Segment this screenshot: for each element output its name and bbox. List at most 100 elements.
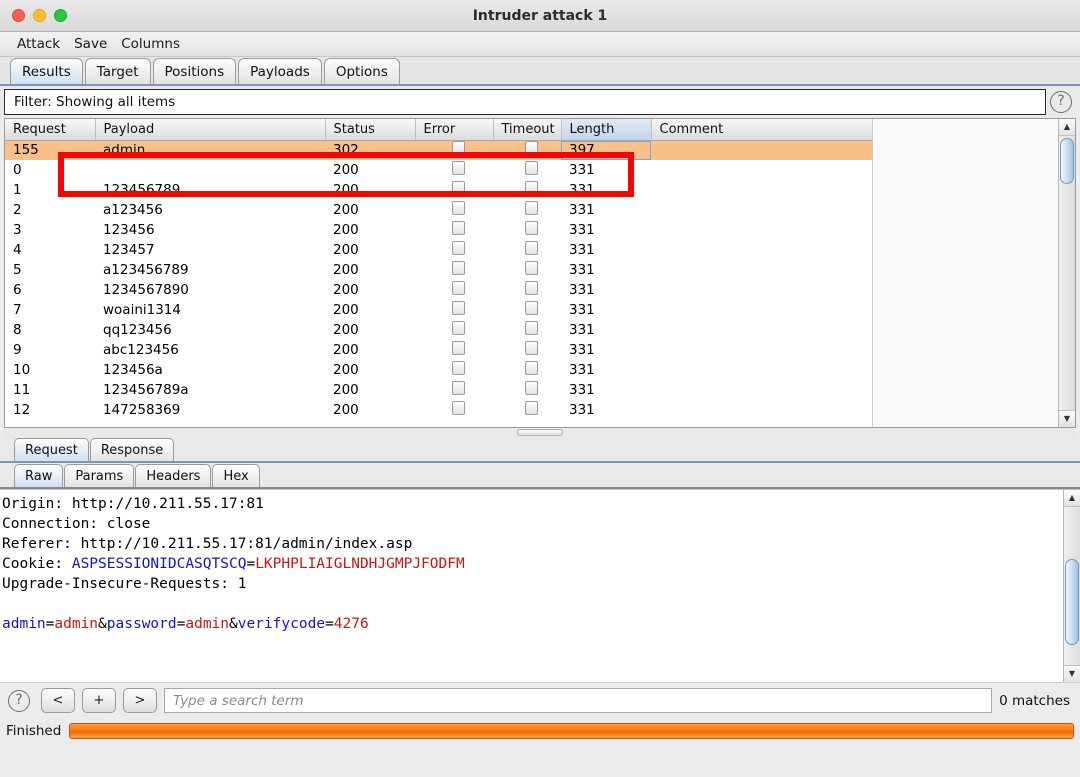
cell-error-checkbox[interactable] xyxy=(415,380,493,400)
search-prev-button[interactable]: < xyxy=(41,688,75,713)
table-row[interactable]: 11 123456789a 200 331 xyxy=(5,380,872,400)
checkbox-icon[interactable] xyxy=(451,221,465,235)
cell-timeout-checkbox[interactable] xyxy=(493,400,561,420)
checkbox-icon[interactable] xyxy=(524,161,538,175)
table-row[interactable]: 155 admin 302 397 xyxy=(5,140,872,160)
cell-timeout-checkbox[interactable] xyxy=(493,260,561,280)
table-row[interactable]: 1 123456789 200 331 xyxy=(5,180,872,200)
column-header-payload[interactable]: Payload xyxy=(95,119,326,141)
column-header-comment[interactable]: Comment xyxy=(651,119,872,141)
search-next-button[interactable]: > xyxy=(123,688,157,713)
raw-scroll-thumb[interactable] xyxy=(1065,559,1079,645)
column-header-status[interactable]: Status xyxy=(325,119,416,141)
raw-scroll-down-arrow-icon[interactable]: ▼ xyxy=(1064,665,1080,682)
checkbox-icon[interactable] xyxy=(524,141,538,155)
tab-raw[interactable]: Raw xyxy=(14,464,64,487)
table-row[interactable]: 7 woaini1314 200 331 xyxy=(5,300,872,320)
results-scroll-track[interactable] xyxy=(1059,136,1075,410)
menu-save[interactable]: Save xyxy=(69,34,112,54)
cell-timeout-checkbox[interactable] xyxy=(493,380,561,400)
checkbox-icon[interactable] xyxy=(524,381,538,395)
tab-options[interactable]: Options xyxy=(323,58,400,84)
checkbox-icon[interactable] xyxy=(451,301,465,315)
tab-params[interactable]: Params xyxy=(64,464,135,487)
results-scroll-thumb[interactable] xyxy=(1060,138,1074,184)
cell-timeout-checkbox[interactable] xyxy=(493,200,561,220)
tab-target[interactable]: Target xyxy=(84,58,151,84)
tab-headers[interactable]: Headers xyxy=(135,464,212,487)
checkbox-icon[interactable] xyxy=(524,261,538,275)
checkbox-icon[interactable] xyxy=(451,201,465,215)
menu-columns[interactable]: Columns xyxy=(116,34,185,54)
close-button[interactable] xyxy=(12,9,25,22)
table-row[interactable]: 2 a123456 200 331 xyxy=(5,200,872,220)
checkbox-icon[interactable] xyxy=(524,181,538,195)
checkbox-icon[interactable] xyxy=(451,321,465,335)
cell-error-checkbox[interactable] xyxy=(415,220,493,240)
tab-request[interactable]: Request xyxy=(14,438,89,461)
cell-error-checkbox[interactable] xyxy=(415,400,493,420)
cell-timeout-checkbox[interactable] xyxy=(493,360,561,380)
search-input[interactable]: Type a search term xyxy=(164,688,993,713)
results-vertical-scrollbar[interactable]: ▲ ▼ xyxy=(1058,119,1075,427)
raw-scroll-up-arrow-icon[interactable]: ▲ xyxy=(1064,490,1080,507)
table-row[interactable]: 5 a123456789 200 331 xyxy=(5,260,872,280)
table-row[interactable]: 0 200 331 xyxy=(5,160,872,180)
raw-request-text[interactable]: Origin: http://10.211.55.17:81 Connection… xyxy=(0,490,1063,682)
raw-vertical-scrollbar[interactable]: ▲ ▼ xyxy=(1063,490,1080,682)
column-header-request[interactable]: Request xyxy=(5,119,96,141)
filter-bar[interactable]: Filter: Showing all items xyxy=(4,89,1046,115)
checkbox-icon[interactable] xyxy=(524,221,538,235)
tab-hex[interactable]: Hex xyxy=(212,464,260,487)
question-circle-icon[interactable]: ? xyxy=(1050,91,1072,113)
cell-error-checkbox[interactable] xyxy=(415,240,493,260)
table-row[interactable]: 8 qq123456 200 331 xyxy=(5,320,872,340)
table-row[interactable]: 9 abc123456 200 331 xyxy=(5,340,872,360)
raw-scroll-track[interactable] xyxy=(1064,507,1080,665)
cell-error-checkbox[interactable] xyxy=(415,280,493,300)
search-help-question-circle-icon[interactable]: ? xyxy=(8,689,30,712)
checkbox-icon[interactable] xyxy=(451,261,465,275)
column-header-timeout[interactable]: Timeout xyxy=(493,119,562,141)
checkbox-icon[interactable] xyxy=(524,281,538,295)
cell-timeout-checkbox[interactable] xyxy=(493,180,561,200)
cell-timeout-checkbox[interactable] xyxy=(493,220,561,240)
checkbox-icon[interactable] xyxy=(524,241,538,255)
cell-error-checkbox[interactable] xyxy=(415,200,493,220)
cell-error-checkbox[interactable] xyxy=(415,160,493,180)
cell-timeout-checkbox[interactable] xyxy=(493,160,561,180)
checkbox-icon[interactable] xyxy=(451,361,465,375)
cell-timeout-checkbox[interactable] xyxy=(493,320,561,340)
tab-results[interactable]: Results xyxy=(10,58,83,84)
column-header-length[interactable]: Length ▼ xyxy=(561,119,665,141)
checkbox-icon[interactable] xyxy=(451,161,465,175)
checkbox-icon[interactable] xyxy=(451,281,465,295)
checkbox-icon[interactable] xyxy=(524,201,538,215)
cell-error-checkbox[interactable] xyxy=(415,320,493,340)
checkbox-icon[interactable] xyxy=(524,301,538,315)
tab-payloads[interactable]: Payloads xyxy=(238,58,322,84)
table-row[interactable]: 6 1234567890 200 331 xyxy=(5,280,872,300)
checkbox-icon[interactable] xyxy=(451,401,465,415)
checkbox-icon[interactable] xyxy=(451,341,465,355)
column-header-error[interactable]: Error xyxy=(415,119,494,141)
menu-attack[interactable]: Attack xyxy=(12,34,65,54)
cell-error-checkbox[interactable] xyxy=(415,260,493,280)
cell-timeout-checkbox[interactable] xyxy=(493,240,561,260)
search-add-button[interactable]: + xyxy=(82,688,116,713)
checkbox-icon[interactable] xyxy=(524,341,538,355)
checkbox-icon[interactable] xyxy=(451,181,465,195)
checkbox-icon[interactable] xyxy=(524,321,538,335)
table-row[interactable]: 12 147258369 200 331 xyxy=(5,400,872,420)
cell-error-checkbox[interactable] xyxy=(415,140,493,160)
cell-timeout-checkbox[interactable] xyxy=(493,140,561,160)
tab-positions[interactable]: Positions xyxy=(152,58,237,84)
minimize-button[interactable] xyxy=(33,9,46,22)
table-row[interactable]: 10 123456a 200 331 xyxy=(5,360,872,380)
cell-timeout-checkbox[interactable] xyxy=(493,300,561,320)
checkbox-icon[interactable] xyxy=(451,381,465,395)
maximize-button[interactable] xyxy=(54,9,67,22)
checkbox-icon[interactable] xyxy=(524,361,538,375)
checkbox-icon[interactable] xyxy=(524,401,538,415)
cell-timeout-checkbox[interactable] xyxy=(493,340,561,360)
